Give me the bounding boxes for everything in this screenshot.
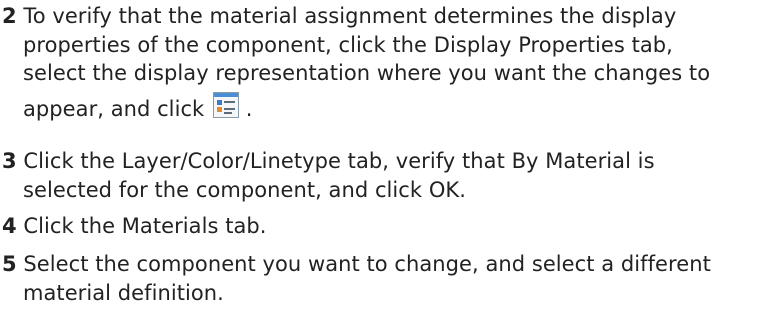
step-text-line: Click the Materials tab.	[23, 214, 267, 238]
instruction-page: 2 To verify that the material assignment…	[0, 0, 757, 322]
step-text-line: Click the Layer/Color/Linetype tab, veri…	[23, 149, 655, 173]
step-4: 4 Click the Materials tab.	[2, 212, 750, 241]
step-text-line: select the display representation where …	[23, 61, 711, 85]
step-2: 2 To verify that the material assignment…	[2, 2, 750, 123]
display-properties-edit-icon	[213, 91, 239, 118]
step-number: 5	[2, 252, 17, 276]
step-text-line: selected for the component, and click OK…	[23, 177, 466, 202]
step-number: 2	[2, 4, 17, 28]
step-text-line: material definition.	[23, 280, 224, 305]
step-text-line: appear, and click	[23, 96, 205, 121]
step-text-line: Select the component you want to change,…	[23, 252, 711, 276]
step-text-line: properties of the component, click the D…	[23, 32, 673, 57]
step-text-line: To verify that the material assignment d…	[23, 4, 677, 28]
step-number: 3	[2, 149, 17, 173]
step-5: 5 Select the component you want to chang…	[2, 250, 750, 307]
step-number: 4	[2, 214, 17, 238]
step-3: 3 Click the Layer/Color/Linetype tab, ve…	[2, 147, 750, 204]
step-text-period: .	[245, 96, 253, 121]
